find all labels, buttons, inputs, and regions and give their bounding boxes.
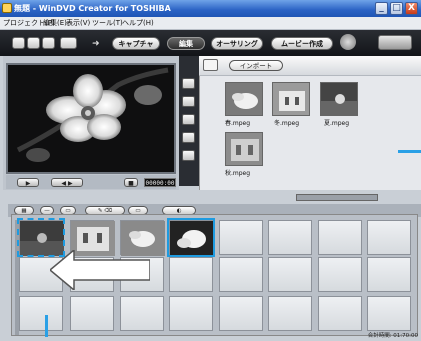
story-slot-24[interactable] — [367, 296, 411, 331]
mode-authoring-button[interactable]: オーサリング — [211, 37, 263, 50]
callout-line-bottom — [45, 315, 48, 337]
folder-icon[interactable] — [203, 59, 218, 71]
media-label-spring: 春.mpeg — [225, 120, 251, 127]
menu-view[interactable]: 表示(V) — [66, 17, 90, 30]
story-slot-12[interactable] — [169, 257, 213, 292]
mode-capture-button[interactable]: キャプチャ — [112, 37, 160, 50]
story-slot-17[interactable] — [19, 296, 63, 331]
open-project-icon[interactable] — [27, 37, 40, 49]
title-library-icon[interactable] — [182, 150, 195, 161]
mode-edit-button[interactable]: 編集 — [167, 37, 205, 50]
undo-icon[interactable] — [60, 37, 77, 49]
story-slot-19[interactable] — [120, 296, 164, 331]
audio-library-icon[interactable] — [182, 114, 195, 125]
menu-bar: プロジェクト(P) 編集(E) 表示(V) ツール(T) ヘルプ(H) — [0, 17, 421, 30]
preview-video — [6, 63, 176, 174]
timecode-display: 00000:00 — [144, 178, 176, 187]
story-slot-4[interactable] — [167, 218, 215, 257]
story-slot-22[interactable] — [268, 296, 312, 331]
disc-icon[interactable] — [340, 34, 356, 50]
media-thumb-summer[interactable] — [320, 82, 358, 116]
title-bar: 無題 - WinDVD Creator for TOSHIBA — [0, 0, 421, 17]
menu-edit[interactable]: 編集(E) — [43, 17, 67, 30]
minimize-button[interactable]: _ — [375, 2, 388, 15]
story-slot-6[interactable] — [268, 220, 312, 255]
settings-tools-icon[interactable] — [378, 35, 412, 50]
image-library-icon[interactable] — [182, 96, 195, 107]
media-label-summer: 夏.mpeg — [324, 120, 350, 127]
menu-help[interactable]: ヘルプ(H) — [122, 17, 154, 30]
media-thumb-spring[interactable] — [225, 82, 263, 116]
story-slot-20[interactable] — [169, 296, 213, 331]
app-icon — [2, 3, 12, 13]
import-button[interactable]: インポート — [229, 60, 283, 71]
video-library-icon[interactable] — [182, 78, 195, 89]
save-project-icon[interactable] — [42, 37, 55, 49]
story-slot-5[interactable] — [219, 220, 263, 255]
callout-line-right — [398, 150, 421, 153]
maximize-button[interactable]: □ — [390, 2, 403, 15]
new-project-icon[interactable] — [12, 37, 25, 49]
story-slot-8[interactable] — [367, 220, 411, 255]
step-buttons[interactable]: ◀ ▶ — [51, 178, 83, 187]
drag-arrow-left-icon — [50, 250, 150, 290]
story-slot-18[interactable] — [70, 296, 114, 331]
media-thumb-winter[interactable] — [272, 82, 310, 116]
transition-library-icon[interactable] — [182, 132, 195, 143]
media-label-autumn: 秋.mpeg — [225, 170, 251, 177]
story-slot-15[interactable] — [318, 257, 362, 292]
story-slot-7[interactable] — [318, 220, 362, 255]
arrow-right-icon: ➜ — [92, 39, 100, 49]
stop-button[interactable]: ■ — [124, 178, 138, 187]
story-slot-16[interactable] — [367, 257, 411, 292]
play-button[interactable]: ▶ — [17, 178, 39, 187]
story-slot-21[interactable] — [219, 296, 263, 331]
media-label-winter: 冬.mpeg — [274, 120, 300, 127]
window-title: 無題 - WinDVD Creator for TOSHIBA — [14, 4, 171, 13]
close-button[interactable]: X — [405, 2, 418, 15]
mode-create-movie-button[interactable]: ムービー作成 — [271, 37, 333, 50]
story-slot-14[interactable] — [268, 257, 312, 292]
library-progress-bar — [296, 194, 378, 201]
media-thumb-autumn[interactable] — [225, 132, 263, 166]
story-slot-13[interactable] — [219, 257, 263, 292]
menu-tools[interactable]: ツール(T) — [92, 17, 123, 30]
total-time-status: 合計時間: 01:70:00 — [367, 333, 418, 339]
flower-image — [8, 65, 174, 172]
story-slot-23[interactable] — [318, 296, 362, 331]
